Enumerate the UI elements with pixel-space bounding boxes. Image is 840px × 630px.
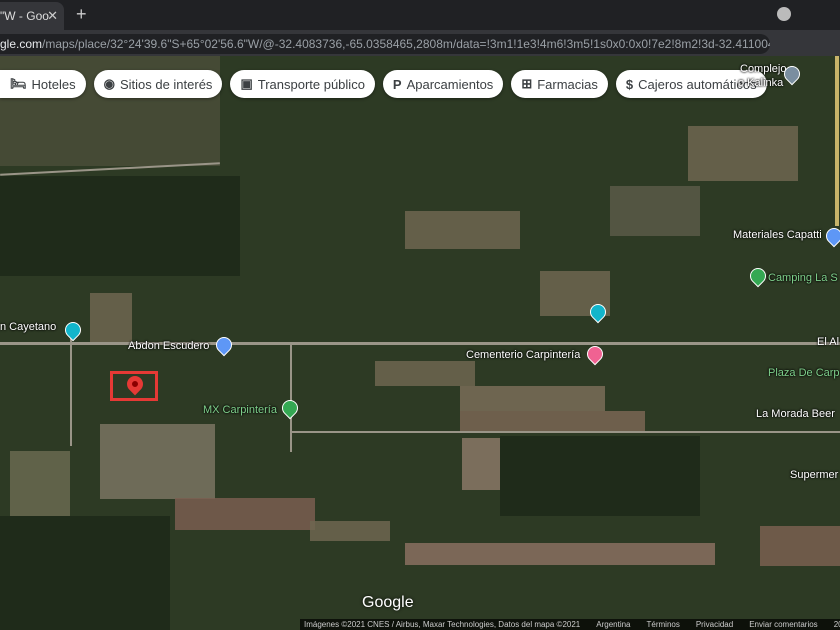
map-footer: Imágenes ©2021 CNES / Airbus, Maxar Tech… [300,619,840,630]
bed-icon: 🛏 [10,76,27,91]
place-label[interactable]: o Kalinka [738,77,783,89]
place-label[interactable]: Abdon Escudero [128,340,209,352]
tab-bar: "W - Goo ✕ + [0,0,840,30]
place-label[interactable]: n Cayetano [0,321,56,333]
place-label[interactable]: El Al [817,336,839,348]
new-tab-button[interactable]: + [76,4,87,25]
chip-farmacias[interactable]: ⊞ Farmacias [511,70,608,98]
chip-label: Aparcamientos [406,76,494,92]
url-input[interactable]: gle.com/maps/place/32°24'39.6"S+65°02'56… [0,34,770,54]
google-logo: Google [362,594,414,611]
address-bar: gle.com/maps/place/32°24'39.6"S+65°02'56… [0,30,840,79]
tab-google-maps[interactable]: "W - Goo ✕ [0,2,64,30]
place-label[interactable]: Cementerio Carpintería [466,349,580,361]
place-label[interactable]: Complejo [740,63,786,75]
privacy-link[interactable]: Privacidad [696,620,733,629]
chip-hoteles[interactable]: 🛏 Hoteles [0,70,86,98]
satellite-map[interactable] [0,56,840,630]
atm-icon: $ [625,76,634,92]
camera-icon: ◉ [103,76,115,91]
tab-search-icon[interactable] [777,7,791,21]
place-label[interactable]: La Morada Beer [756,408,835,420]
chip-transporte-publico[interactable]: ▣ Transporte público [230,70,375,98]
parking-icon: P [392,76,402,92]
chip-aparcamientos[interactable]: P Aparcamientos [382,70,504,98]
feedback-link[interactable]: Enviar comentarios [749,620,817,629]
close-tab-icon[interactable]: ✕ [47,8,58,24]
scale-label[interactable]: 200 [834,620,840,629]
tab-title: "W - Goo [0,9,49,23]
url-path: /maps/place/32°24'39.6"S+65°02'56.6"W/@-… [42,37,770,51]
place-label[interactable]: Materiales Capatti [733,229,822,241]
place-label[interactable]: Plaza De Carp [768,367,840,379]
chip-label: Farmacias [537,76,598,92]
terms-link[interactable]: Términos [647,620,680,629]
country-link[interactable]: Argentina [596,620,630,629]
place-label[interactable]: Supermer [790,469,838,481]
category-chips: 🛏 Hoteles ◉ Sitios de interés ▣ Transporte … [0,70,767,98]
url-host: gle.com [0,37,43,51]
chip-label: Transporte público [257,76,365,92]
chip-label: Sitios de interés [119,76,213,92]
place-label[interactable]: MX Carpintería [203,404,277,416]
place-label[interactable]: Camping La S [768,272,838,284]
attribution: Imágenes ©2021 CNES / Airbus, Maxar Tech… [304,620,581,629]
chip-sitios-de-interes[interactable]: ◉ Sitios de interés [93,70,223,98]
pharmacy-icon: ⊞ [521,76,533,91]
chip-label: Hoteles [31,76,76,92]
bus-icon: ▣ [240,76,253,91]
